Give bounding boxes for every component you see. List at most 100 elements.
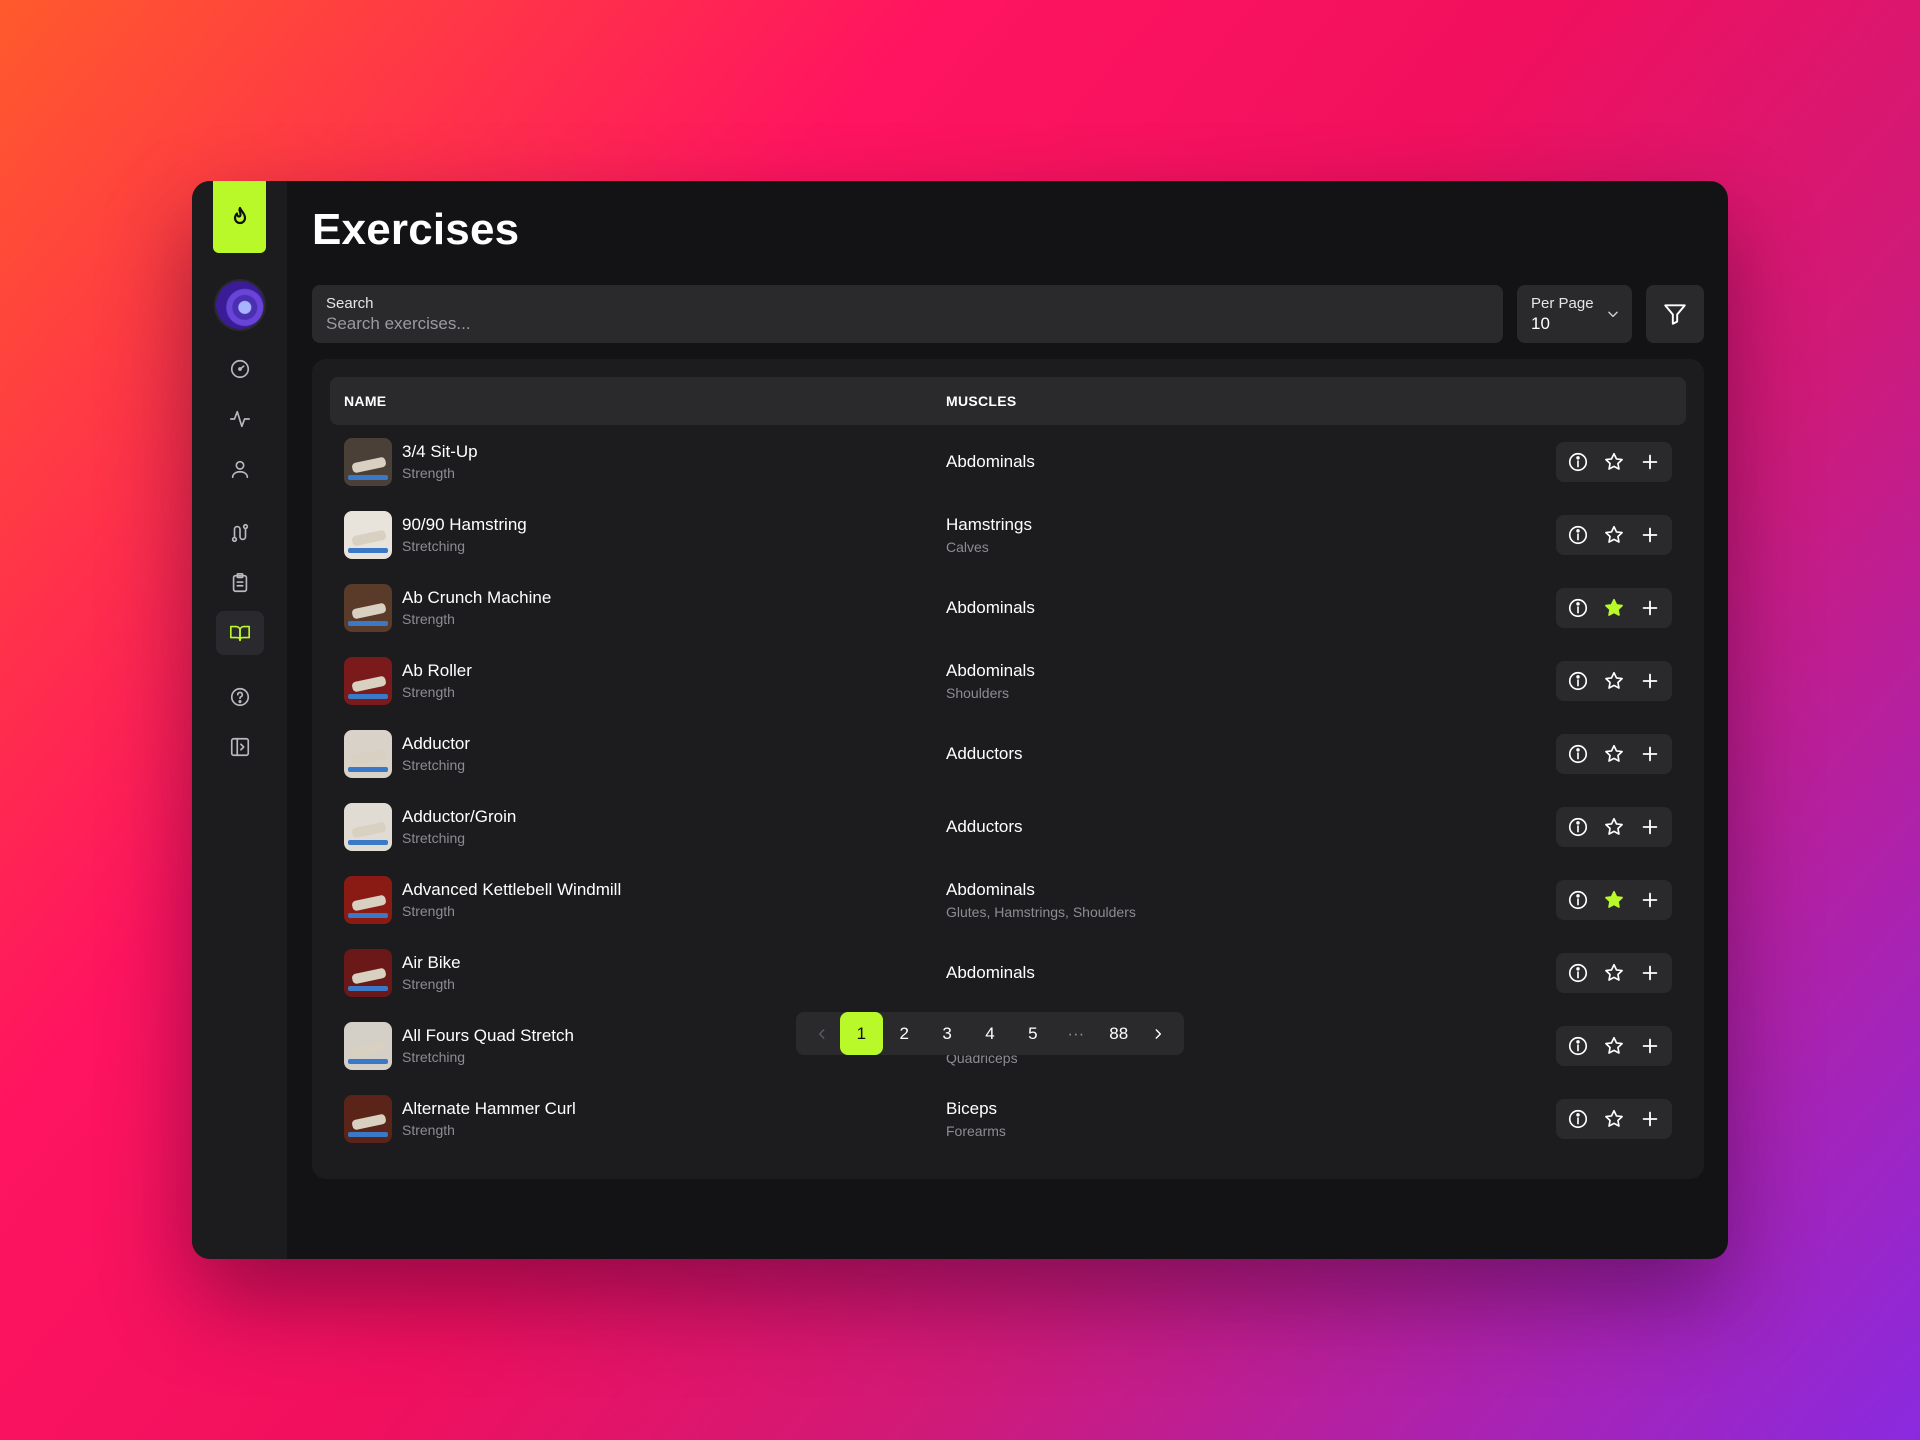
add-button[interactable] xyxy=(1636,886,1664,914)
row-actions xyxy=(1556,733,1672,774)
table-row[interactable]: Air Bike Strength Abdominals xyxy=(330,936,1686,1009)
muscles-cell: Adductors xyxy=(946,817,1556,837)
favorite-button[interactable] xyxy=(1600,886,1628,914)
secondary-muscles: Shoulders xyxy=(946,684,1010,701)
thumbnail-figure xyxy=(351,1113,387,1130)
table-row[interactable]: Ab Crunch Machine Strength Abdominals xyxy=(330,571,1686,644)
page-button-last[interactable]: 88 xyxy=(1097,1012,1140,1055)
prev-page-button[interactable] xyxy=(804,1012,840,1055)
exercise-name[interactable]: Air Bike xyxy=(402,953,461,973)
table-row[interactable]: 90/90 Hamstring Stretching Hamstrings Ca… xyxy=(330,498,1686,571)
muscles-cell: Abdominals Shoulders xyxy=(946,661,1556,701)
add-button[interactable] xyxy=(1636,740,1664,768)
info-button[interactable] xyxy=(1564,813,1592,841)
exercise-category: Stretching xyxy=(402,1049,466,1065)
exercise-name-block: 3/4 Sit-Up Strength xyxy=(402,442,478,481)
exercise-name[interactable]: Adductor/Groin xyxy=(402,807,516,827)
column-header-name[interactable]: NAME xyxy=(330,393,946,409)
page-button-4[interactable]: 4 xyxy=(969,1012,1012,1055)
sidebar-item-dashboard[interactable] xyxy=(216,347,264,391)
table-row[interactable]: Ab Roller Strength Abdominals Shoulders xyxy=(330,644,1686,717)
favorite-button[interactable] xyxy=(1600,667,1628,695)
table-row[interactable]: 3/4 Sit-Up Strength Abdominals xyxy=(330,425,1686,498)
exercise-name[interactable]: Ab Crunch Machine xyxy=(402,588,551,608)
thumbnail-mat xyxy=(348,766,388,772)
add-button[interactable] xyxy=(1636,667,1664,695)
plus-icon xyxy=(1642,454,1658,469)
exercise-thumbnail xyxy=(344,437,392,486)
app-logo[interactable] xyxy=(213,181,266,253)
sidebar-item-activity[interactable] xyxy=(216,397,264,441)
next-page-button[interactable] xyxy=(1140,1012,1176,1055)
info-button[interactable] xyxy=(1564,448,1592,476)
column-header-muscles[interactable]: MUSCLES xyxy=(946,393,1686,409)
table-row[interactable]: Alternate Hammer Curl Strength Biceps Fo… xyxy=(330,1082,1686,1155)
page-button-3[interactable]: 3 xyxy=(926,1012,969,1055)
filter-button[interactable] xyxy=(1646,285,1704,343)
sidebar-item-plans[interactable] xyxy=(216,561,264,605)
sidebar-item-routes[interactable] xyxy=(216,511,264,555)
avatar[interactable] xyxy=(215,281,264,329)
add-button[interactable] xyxy=(1636,959,1664,987)
info-button[interactable] xyxy=(1564,740,1592,768)
exercise-name[interactable]: All Fours Quad Stretch xyxy=(402,1026,574,1046)
search-field[interactable]: Search xyxy=(312,285,1503,343)
sidebar-item-exercises[interactable] xyxy=(215,611,264,655)
add-button[interactable] xyxy=(1636,813,1664,841)
favorite-button[interactable] xyxy=(1600,594,1628,622)
add-button[interactable] xyxy=(1636,1105,1664,1133)
favorite-button[interactable] xyxy=(1600,740,1628,768)
add-button[interactable] xyxy=(1636,521,1664,549)
info-button[interactable] xyxy=(1564,959,1592,987)
info-button[interactable] xyxy=(1564,521,1592,549)
plus-icon xyxy=(1642,600,1658,615)
sidebar-item-toggle[interactable] xyxy=(216,725,264,769)
exercise-name[interactable]: Ab Roller xyxy=(402,661,472,681)
exercise-name-cell: Adductor Stretching xyxy=(330,729,946,778)
per-page-select[interactable]: Per Page 10 xyxy=(1517,285,1632,343)
sidebar-toggle-icon xyxy=(230,737,249,757)
favorite-button[interactable] xyxy=(1600,1032,1628,1060)
thumbnail-figure xyxy=(351,967,387,984)
table-row[interactable]: Advanced Kettlebell Windmill Strength Ab… xyxy=(330,863,1686,936)
info-icon xyxy=(1568,963,1588,982)
exercise-name[interactable]: Advanced Kettlebell Windmill xyxy=(402,880,621,900)
info-button[interactable] xyxy=(1564,1032,1592,1060)
info-button[interactable] xyxy=(1564,594,1592,622)
search-input[interactable] xyxy=(326,313,1489,334)
exercise-name[interactable]: Alternate Hammer Curl xyxy=(402,1099,576,1119)
thumbnail-mat xyxy=(348,985,388,991)
info-button[interactable] xyxy=(1564,667,1592,695)
exercise-category: Stretching xyxy=(402,830,466,846)
add-button[interactable] xyxy=(1636,594,1664,622)
page-button-2[interactable]: 2 xyxy=(883,1012,926,1055)
row-actions xyxy=(1556,587,1672,628)
table-row[interactable]: Adductor Stretching Adductors xyxy=(330,717,1686,790)
add-button[interactable] xyxy=(1636,1032,1664,1060)
star-icon xyxy=(1605,671,1623,689)
favorite-button[interactable] xyxy=(1600,521,1628,549)
page-button-1[interactable]: 1 xyxy=(839,1012,883,1055)
table-row[interactable]: Adductor/Groin Stretching Adductors xyxy=(330,790,1686,863)
favorite-button[interactable] xyxy=(1600,813,1628,841)
exercise-name[interactable]: 3/4 Sit-Up xyxy=(402,442,478,462)
exercise-name-cell: Adductor/Groin Stretching xyxy=(330,802,946,851)
favorite-button[interactable] xyxy=(1600,1105,1628,1133)
main-content: Exercises Search Per Page 10 NAME MUSCLE… xyxy=(287,181,1728,1259)
exercise-name[interactable]: Adductor xyxy=(402,734,470,754)
favorite-button[interactable] xyxy=(1600,959,1628,987)
favorite-button[interactable] xyxy=(1600,448,1628,476)
add-button[interactable] xyxy=(1636,448,1664,476)
star-icon xyxy=(1605,817,1623,835)
info-button[interactable] xyxy=(1564,886,1592,914)
primary-muscle: Abdominals xyxy=(946,962,1035,982)
plus-icon xyxy=(1642,892,1658,907)
row-actions xyxy=(1556,660,1672,701)
chevron-down-icon xyxy=(1608,311,1618,318)
sidebar-item-help[interactable] xyxy=(216,675,264,719)
exercise-name[interactable]: 90/90 Hamstring xyxy=(402,515,527,535)
info-button[interactable] xyxy=(1564,1105,1592,1133)
activity-icon xyxy=(229,410,250,428)
sidebar-item-profile[interactable] xyxy=(216,447,264,491)
page-button-5[interactable]: 5 xyxy=(1011,1012,1054,1055)
